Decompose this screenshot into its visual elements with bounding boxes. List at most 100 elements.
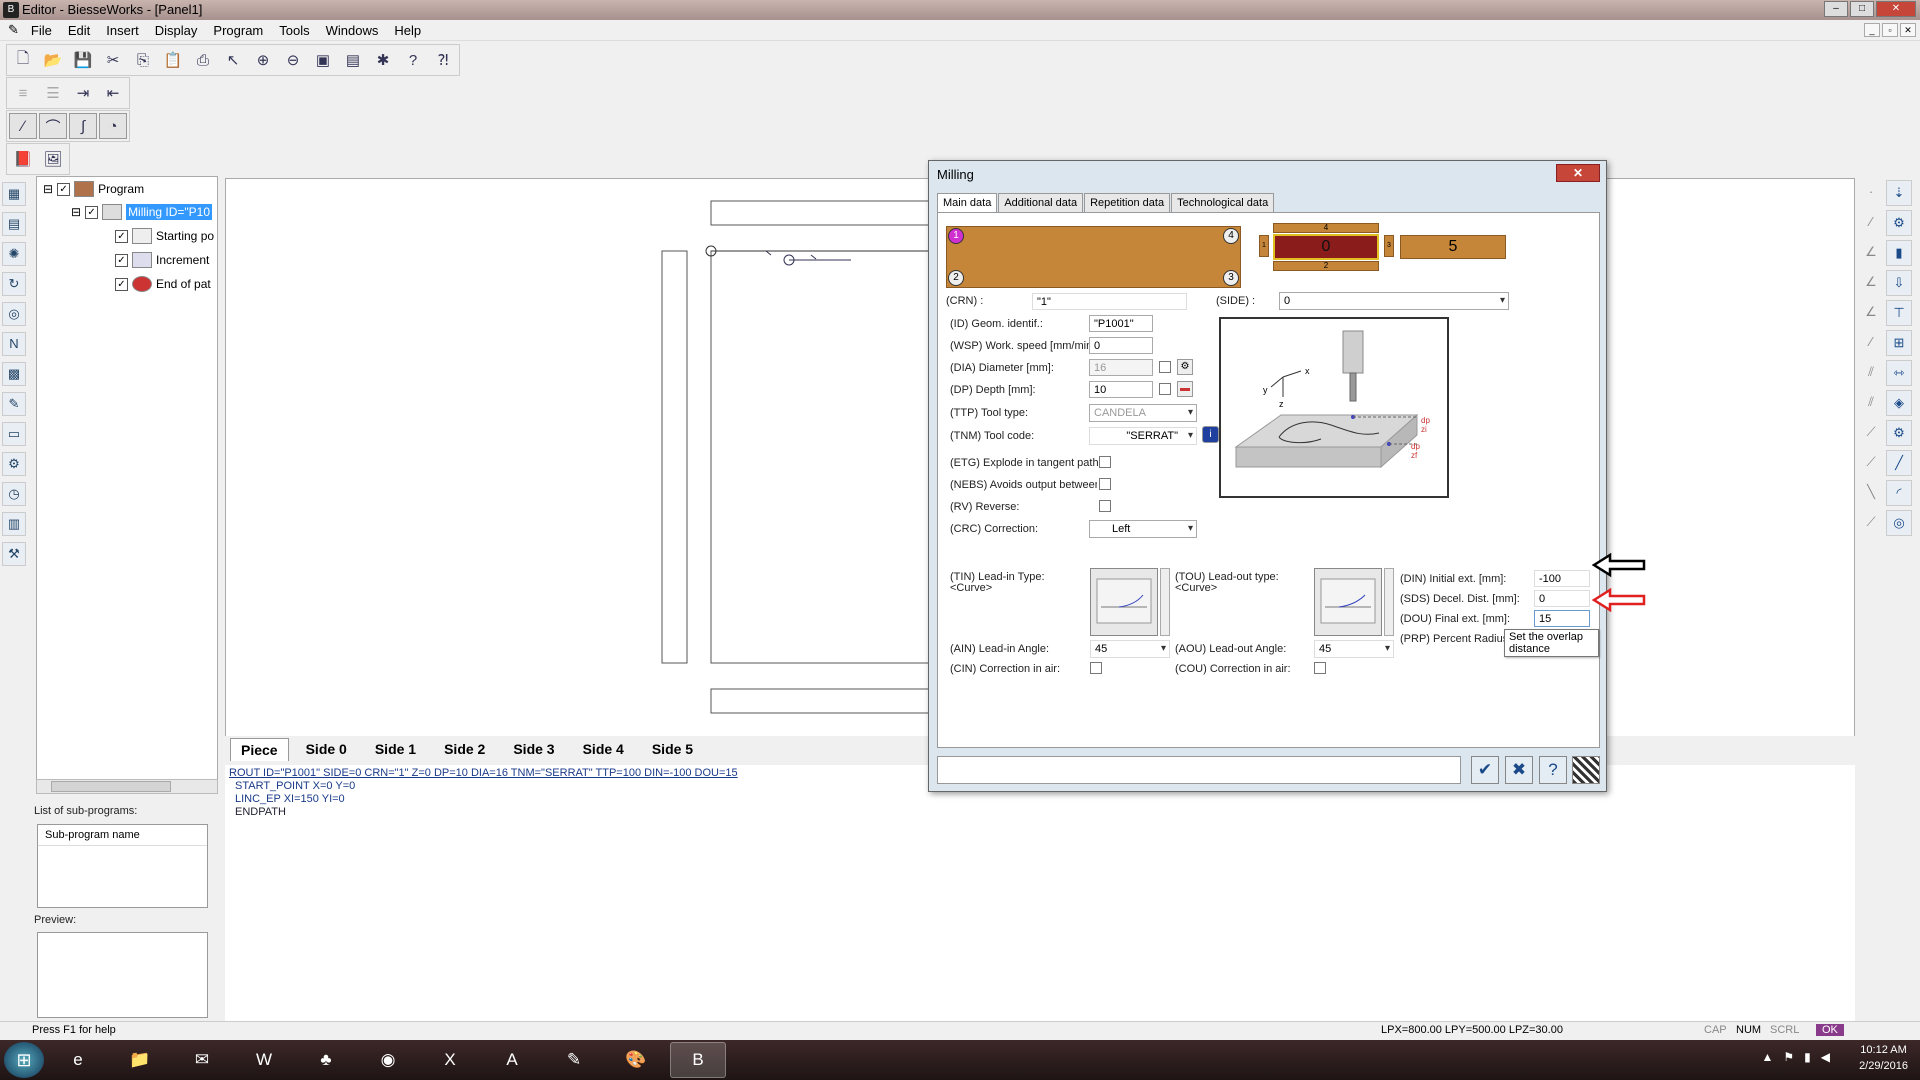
tab-main-data[interactable]: Main data bbox=[937, 193, 998, 213]
clock[interactable]: 10:12 AM 2/29/2016 bbox=[1859, 1042, 1908, 1074]
save-icon[interactable]: 💾 bbox=[69, 47, 97, 73]
pattern-button[interactable] bbox=[1572, 756, 1600, 784]
point-icon[interactable]: · bbox=[1858, 180, 1884, 206]
end-path-checkbox[interactable]: ✓ bbox=[115, 277, 128, 291]
outlook-icon[interactable]: ✉ bbox=[174, 1042, 230, 1078]
mdi-close-button[interactable]: ✕ bbox=[1900, 23, 1916, 37]
nc-icon[interactable]: N bbox=[2, 332, 26, 356]
tool-info-icon[interactable]: i bbox=[1202, 426, 1219, 443]
tools-icon[interactable]: ⚒ bbox=[2, 542, 26, 566]
face-right[interactable]: 3 bbox=[1384, 235, 1394, 257]
print-icon[interactable]: ⎙ bbox=[189, 47, 217, 73]
image-icon[interactable]: 🖼 bbox=[39, 146, 67, 172]
piece-icon[interactable]: ◈ bbox=[1886, 390, 1912, 416]
tab-side-3[interactable]: Side 3 bbox=[502, 737, 565, 761]
ie-icon[interactable]: e bbox=[50, 1042, 106, 1078]
subprogram-name-header[interactable]: Sub-program name bbox=[38, 825, 207, 846]
path-arc-icon[interactable]: ⌒ bbox=[39, 113, 67, 139]
menu-insert[interactable]: Insert bbox=[98, 23, 147, 38]
corner-3[interactable]: 3 bbox=[1223, 270, 1239, 286]
tab-additional-data[interactable]: Additional data bbox=[998, 193, 1084, 213]
line2-icon[interactable]: ╲ bbox=[1858, 480, 1884, 506]
dou-field[interactable]: 15 bbox=[1534, 610, 1590, 627]
tree-node-increment[interactable]: ✓ Increment bbox=[115, 252, 209, 268]
tree-node-end-path[interactable]: ✓ End of pat bbox=[115, 276, 211, 292]
gears-icon[interactable]: ⚙ bbox=[1886, 420, 1912, 446]
flag-icon[interactable]: ⚑ bbox=[1783, 1050, 1794, 1064]
dp-checkbox[interactable] bbox=[1159, 383, 1171, 395]
dia-field[interactable]: 16 bbox=[1089, 359, 1153, 376]
explorer-icon[interactable]: 📁 bbox=[112, 1042, 168, 1078]
refresh-icon[interactable]: ↻ bbox=[2, 272, 26, 296]
layers-icon[interactable]: ▤ bbox=[2, 212, 26, 236]
mdi-minimize-button[interactable]: _ bbox=[1864, 23, 1880, 37]
code-line[interactable]: LINC_EP XI=150 YI=0 bbox=[229, 793, 1851, 806]
sds-field[interactable]: 0 bbox=[1534, 590, 1590, 607]
cad-icon[interactable]: ✎ bbox=[546, 1042, 602, 1078]
insert-icon[interactable]: ⊞ bbox=[1886, 330, 1912, 356]
dia-checkbox[interactable] bbox=[1159, 361, 1171, 373]
zoom-in-icon[interactable]: ⊕ bbox=[249, 47, 277, 73]
cou-checkbox[interactable] bbox=[1314, 662, 1326, 674]
close-button[interactable]: ✕ bbox=[1876, 1, 1916, 17]
maximize-button[interactable]: □ bbox=[1850, 1, 1874, 17]
paint-icon[interactable]: 🎨 bbox=[608, 1042, 664, 1078]
volume-icon[interactable]: ◀ bbox=[1821, 1050, 1830, 1064]
nebs-checkbox[interactable] bbox=[1099, 478, 1111, 490]
line-icon[interactable]: ∕ bbox=[1858, 330, 1884, 356]
wsp-field[interactable]: 0 bbox=[1089, 337, 1153, 354]
tool-lookup-icon[interactable]: ⚙ bbox=[1177, 359, 1193, 375]
game-icon[interactable]: ♣ bbox=[298, 1042, 354, 1078]
list-edit-icon[interactable]: ☰ bbox=[39, 80, 67, 106]
gear-icon[interactable]: ⚙ bbox=[2, 452, 26, 476]
subprograms-list[interactable]: Sub-program name bbox=[37, 824, 208, 908]
path-curve-icon[interactable]: ∫ bbox=[69, 113, 97, 139]
dp-field[interactable]: 10 bbox=[1089, 381, 1153, 398]
line-icon[interactable]: ∕ bbox=[1858, 210, 1884, 236]
line-multi2-icon[interactable]: ⫽ bbox=[1858, 390, 1884, 416]
palette-icon[interactable]: ✱ bbox=[369, 47, 397, 73]
code-line[interactable]: ENDPATH bbox=[229, 806, 1851, 819]
lead-in-scrollbar[interactable] bbox=[1160, 568, 1170, 636]
excel-icon[interactable]: X bbox=[422, 1042, 478, 1078]
start-button[interactable]: ⊞ bbox=[4, 1042, 44, 1078]
zoom-window-icon[interactable]: ▣ bbox=[309, 47, 337, 73]
aou-dropdown[interactable]: 45 bbox=[1314, 640, 1394, 658]
network-icon[interactable]: ▮ bbox=[1804, 1050, 1811, 1064]
clock-icon[interactable]: ◷ bbox=[2, 482, 26, 506]
copy-icon[interactable]: ⎘ bbox=[129, 47, 157, 73]
tree-node-starting-point[interactable]: ✓ Starting po bbox=[115, 228, 214, 244]
zoom-out-icon[interactable]: ⊖ bbox=[279, 47, 307, 73]
tab-technological-data[interactable]: Technological data bbox=[1171, 193, 1275, 213]
ok-button[interactable]: ✔ bbox=[1471, 756, 1499, 784]
tab-piece[interactable]: Piece bbox=[230, 738, 289, 761]
id-field[interactable]: "P1001" bbox=[1089, 315, 1153, 332]
mdi-restore-button[interactable]: ▫ bbox=[1882, 23, 1898, 37]
tab-side-4[interactable]: Side 4 bbox=[572, 737, 635, 761]
menu-edit[interactable]: Edit bbox=[60, 23, 98, 38]
milling-checkbox[interactable]: ✓ bbox=[85, 205, 99, 219]
tab-side-1[interactable]: Side 1 bbox=[364, 737, 427, 761]
bug-icon[interactable]: ✺ bbox=[2, 242, 26, 266]
arc-icon[interactable]: ⟋ bbox=[1858, 420, 1884, 446]
face-count[interactable]: 5 bbox=[1400, 235, 1506, 259]
curve-icon[interactable]: ◜ bbox=[1886, 480, 1912, 506]
path-circle-icon[interactable]: ◔ bbox=[99, 113, 127, 139]
ttp-dropdown[interactable]: CANDELA bbox=[1089, 404, 1197, 422]
corner-2[interactable]: 2 bbox=[948, 270, 964, 286]
starting-point-checkbox[interactable]: ✓ bbox=[115, 229, 128, 243]
lead-out-scrollbar[interactable] bbox=[1384, 568, 1394, 636]
menu-tools[interactable]: Tools bbox=[271, 23, 317, 38]
document-icon[interactable]: ▭ bbox=[2, 422, 26, 446]
corner-4[interactable]: 4 bbox=[1223, 228, 1239, 244]
tab-side-2[interactable]: Side 2 bbox=[433, 737, 496, 761]
tree-scrollbar[interactable] bbox=[36, 779, 218, 794]
paste-icon[interactable]: 📋 bbox=[159, 47, 187, 73]
line-angle-icon[interactable]: ∠ bbox=[1858, 240, 1884, 266]
code-editor[interactable]: ROUT ID="P1001" SIDE=0 CRN="1" Z=0 DP=10… bbox=[225, 765, 1855, 1021]
side-dropdown[interactable]: 0 bbox=[1279, 292, 1509, 310]
note-icon[interactable]: ✎ bbox=[2, 392, 26, 416]
zoom-all-icon[interactable]: ▤ bbox=[339, 47, 367, 73]
pointer-icon[interactable]: ↖ bbox=[219, 47, 247, 73]
panel-icon[interactable]: ▦ bbox=[2, 182, 26, 206]
